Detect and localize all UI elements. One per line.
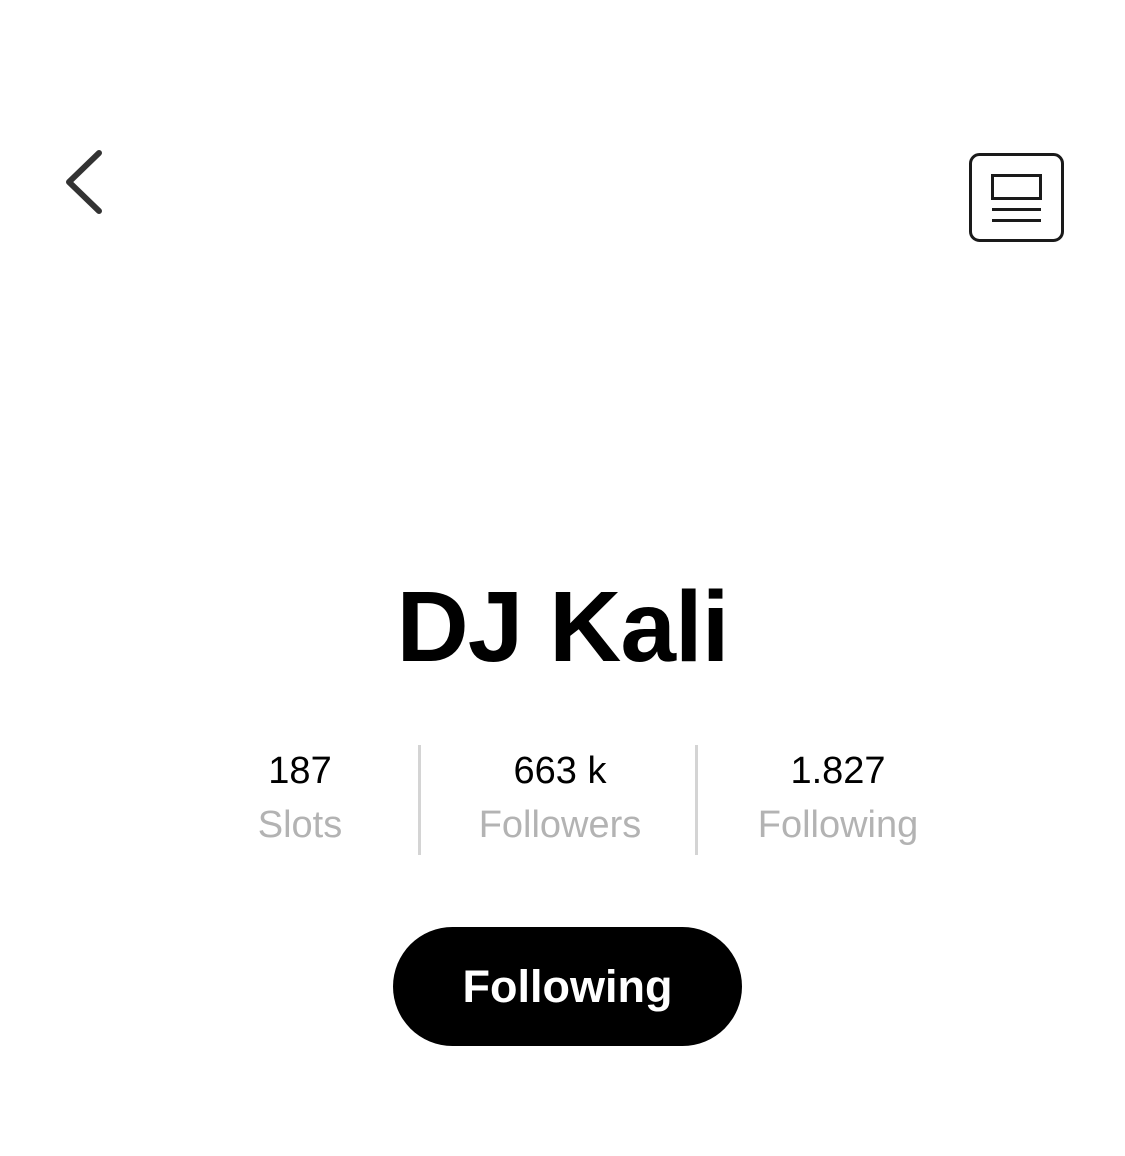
- stat-label: Followers: [478, 804, 642, 846]
- profile-stats: 187 Slots 663 k Followers 1.827 Followin…: [160, 745, 980, 855]
- chevron-left-icon: [66, 150, 102, 214]
- article-layout-icon: [969, 153, 1064, 242]
- stat-value: 663 k: [513, 750, 607, 792]
- stat-label: Following: [757, 804, 919, 846]
- stat-divider: [418, 745, 421, 855]
- stat-slots[interactable]: 187 Slots: [200, 745, 400, 855]
- stat-label: Slots: [257, 804, 343, 846]
- profile-name: DJ Kali: [396, 571, 729, 683]
- stat-followers[interactable]: 663 k Followers: [460, 745, 660, 855]
- stat-divider: [695, 745, 698, 855]
- following-button[interactable]: Following: [393, 927, 742, 1046]
- stat-following[interactable]: 1.827 Following: [733, 745, 943, 855]
- stat-value: 187: [268, 750, 332, 792]
- stat-value: 1.827: [790, 750, 886, 792]
- back-button[interactable]: [52, 140, 116, 224]
- layout-toggle-button[interactable]: [969, 153, 1064, 242]
